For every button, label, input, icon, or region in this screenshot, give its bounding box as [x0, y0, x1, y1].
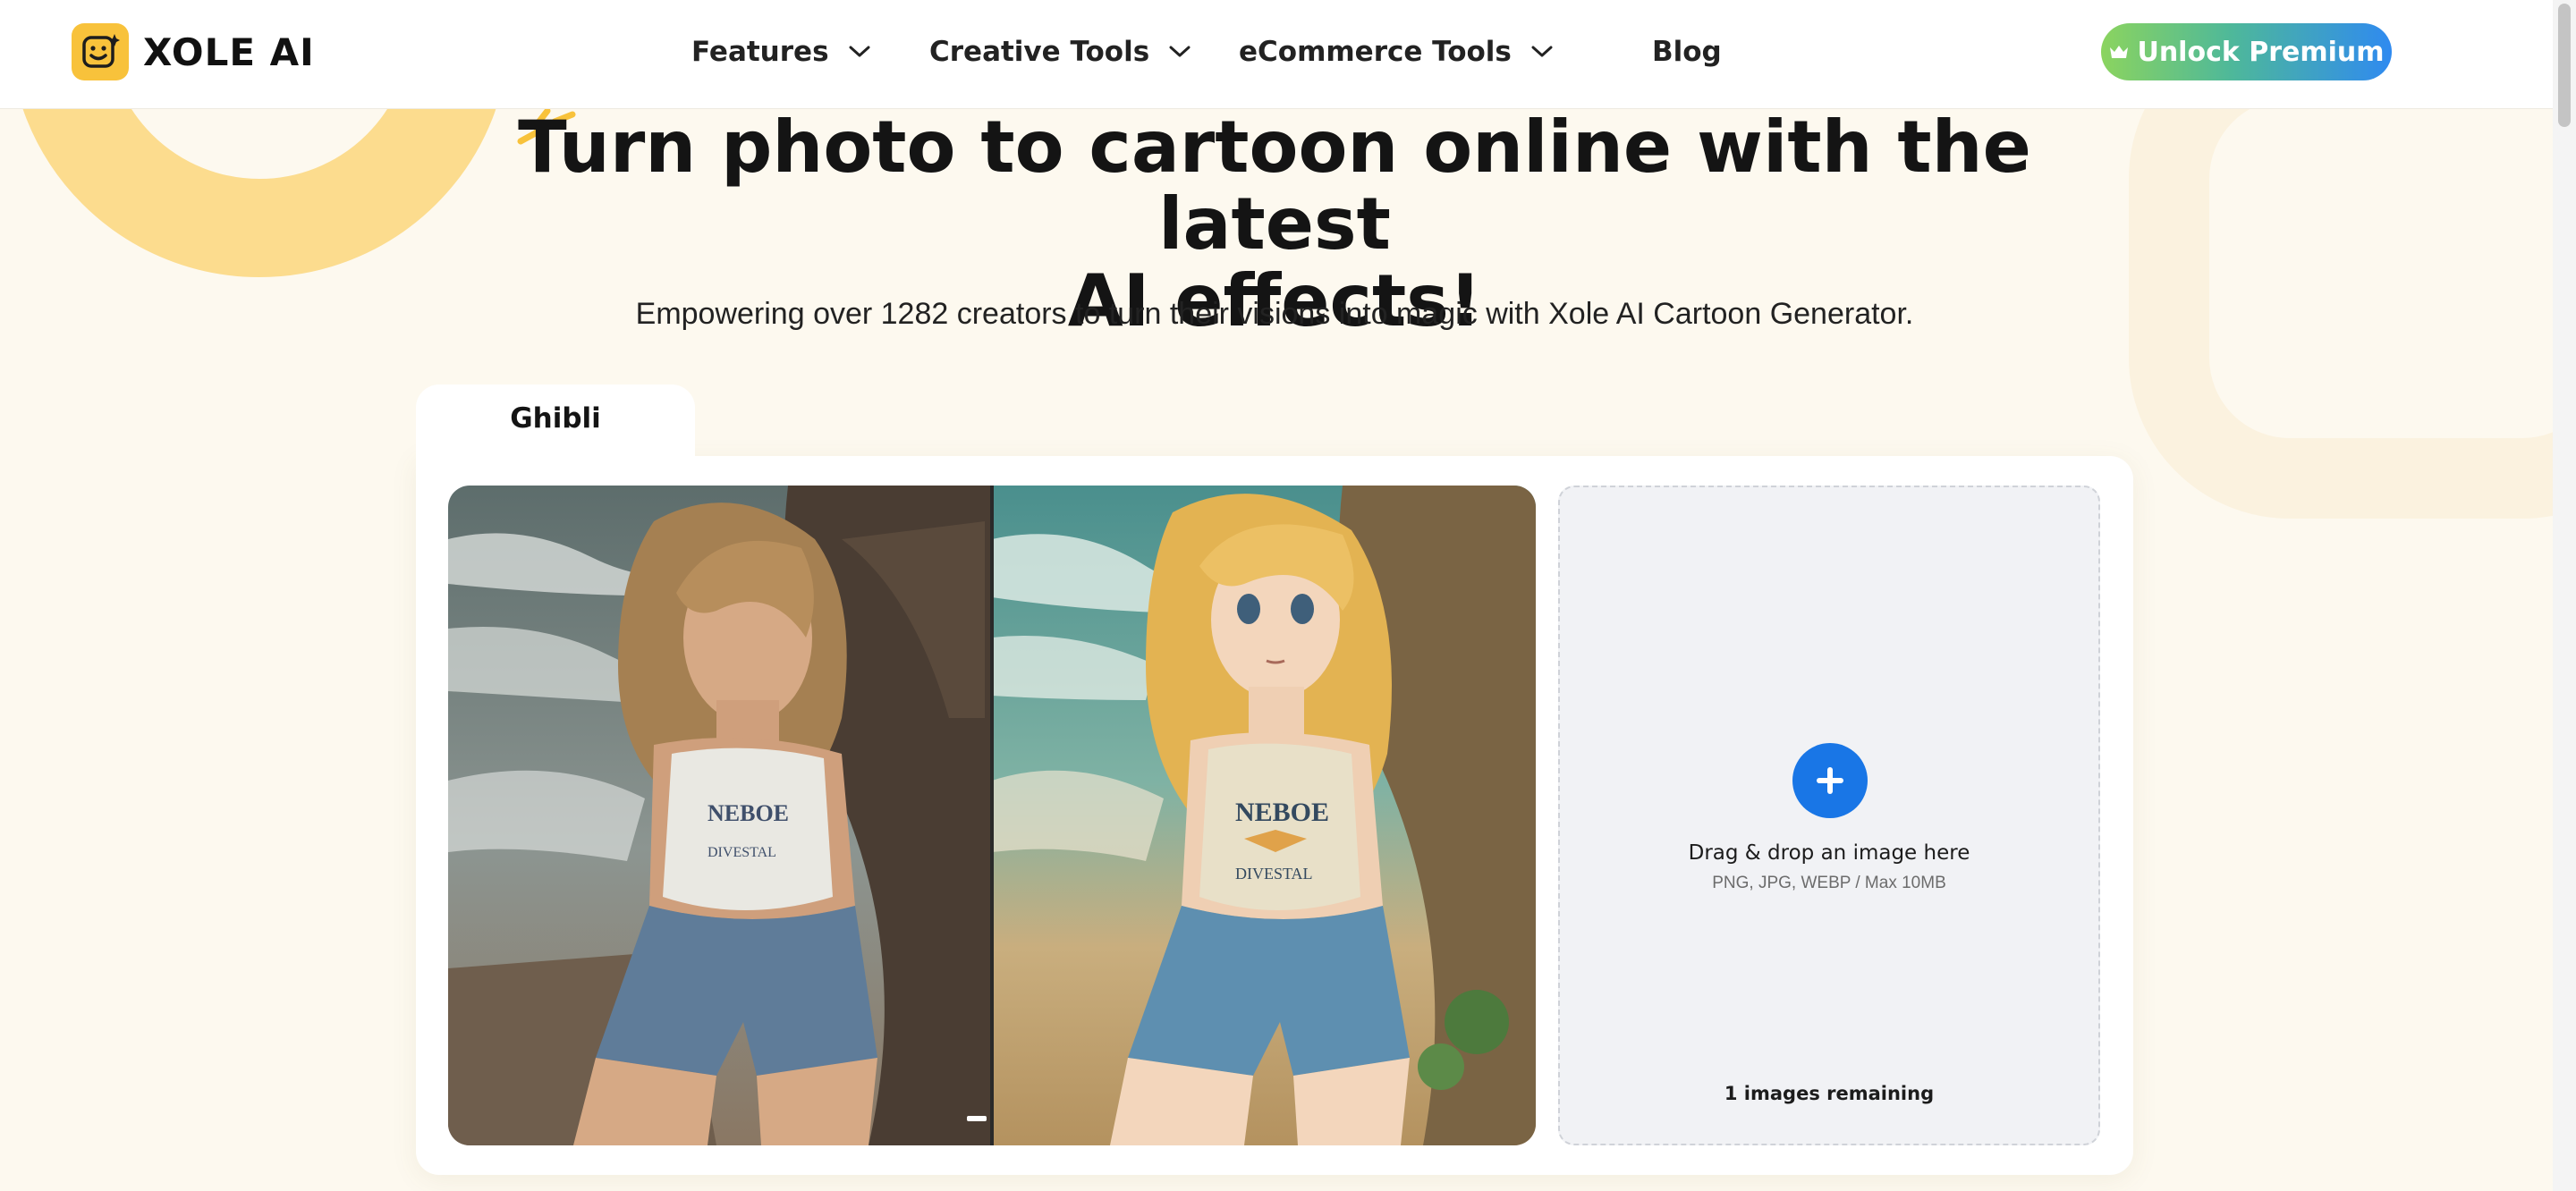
page-subtitle: Empowering over 1282 creators to turn th…: [635, 297, 1914, 331]
tab-ghibli[interactable]: Ghibli: [416, 384, 695, 474]
before-after-comparison[interactable]: NEBOE DIVESTAL NEBOE DIVESTAL: [448, 486, 1536, 1145]
shirt-text-after: NEBOE: [1235, 798, 1329, 827]
unlock-premium-button[interactable]: Unlock Premium: [2101, 23, 2392, 80]
nav-ecommerce-tools[interactable]: eCommerce Tools: [1239, 30, 1553, 73]
nav-ecommerce-tools-label: eCommerce Tools: [1239, 36, 1512, 68]
nav-creative-tools[interactable]: Creative Tools: [929, 30, 1191, 73]
scrollbar-thumb[interactable]: [2558, 4, 2571, 127]
nav-blog[interactable]: Blog: [1652, 30, 1722, 73]
tab-ghibli-label: Ghibli: [510, 402, 601, 435]
shirt-text-before: NEBOE: [708, 800, 789, 826]
upload-title: Drag & drop an image here: [1688, 841, 1970, 865]
images-remaining-text: 1 images remaining: [1724, 1083, 1935, 1104]
page-title-line-1: Turn photo to cartoon online with the la…: [518, 106, 2031, 266]
unlock-premium-label: Unlock Premium: [2137, 36, 2385, 68]
comparison-divider[interactable]: [990, 486, 994, 1145]
site-header: XOLE AI Features Creative Tools eCommerc…: [0, 0, 2576, 109]
shirt-subtext-before: DIVESTAL: [708, 845, 776, 860]
plus-icon: [1817, 767, 1843, 794]
upload-dropzone[interactable]: Drag & drop an image here PNG, JPG, WEBP…: [1558, 486, 2100, 1145]
nav-features[interactable]: Features: [691, 30, 870, 73]
nav-creative-tools-label: Creative Tools: [929, 36, 1150, 68]
chevron-down-icon: [849, 46, 870, 57]
divider-handle[interactable]: [967, 1116, 987, 1121]
page-scrollbar[interactable]: [2553, 0, 2576, 1191]
chevron-down-icon: [1169, 46, 1191, 57]
upload-format-hint: PNG, JPG, WEBP / Max 10MB: [1712, 874, 1946, 892]
chevron-down-icon: [1531, 46, 1553, 57]
smiley-face-icon: [72, 23, 129, 80]
crown-icon: [2110, 46, 2129, 58]
nav-blog-label: Blog: [1652, 36, 1722, 68]
original-photo: NEBOE DIVESTAL: [448, 486, 992, 1145]
ghibli-result: NEBOE DIVESTAL: [992, 486, 1536, 1145]
logo[interactable]: XOLE AI: [72, 23, 315, 80]
brand-name: XOLE AI: [143, 30, 315, 74]
shirt-subtext-after: DIVESTAL: [1235, 865, 1313, 883]
upload-button[interactable]: [1792, 743, 1868, 818]
nav-features-label: Features: [691, 36, 829, 68]
